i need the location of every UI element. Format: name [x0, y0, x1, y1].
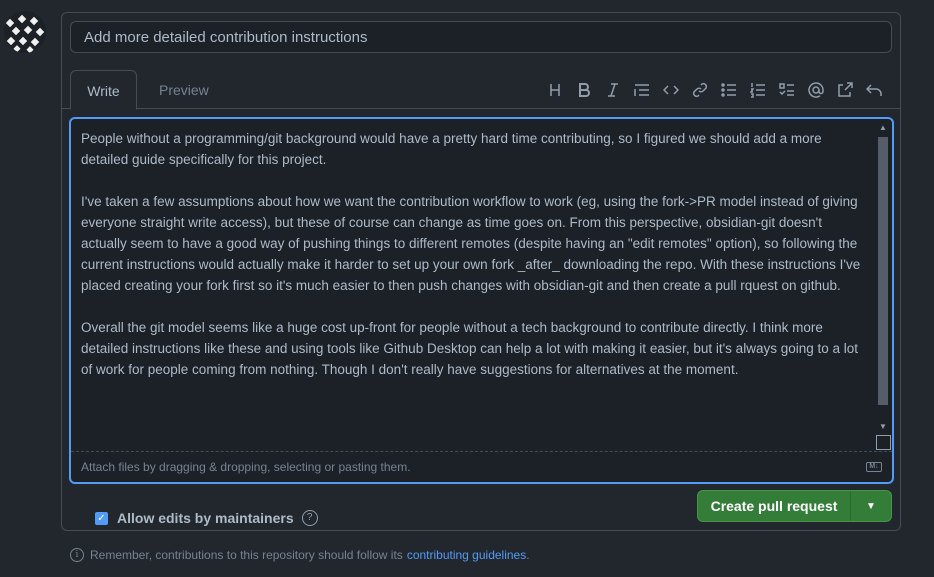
contributing-note-text: Remember, contributions to this reposito… — [90, 548, 403, 562]
undo-icon[interactable] — [859, 79, 888, 101]
allow-edits-label: Allow edits by maintainers — [117, 510, 294, 526]
ordered-list-icon[interactable] — [743, 79, 772, 101]
scroll-down-arrow-icon[interactable]: ▼ — [876, 420, 890, 434]
body-editor[interactable]: People without a programming/git backgro… — [69, 117, 894, 484]
mention-icon[interactable] — [801, 79, 830, 101]
scroll-up-arrow-icon[interactable]: ▲ — [876, 121, 890, 135]
contributing-note-period: . — [526, 548, 530, 562]
code-icon[interactable] — [656, 79, 685, 101]
info-icon: i — [70, 548, 84, 562]
attach-files-bar[interactable]: Attach files by dragging & dropping, sel… — [71, 451, 892, 482]
bold-icon[interactable] — [569, 79, 598, 101]
create-pull-request-button-group: Create pull request ▼ — [697, 490, 892, 522]
chevron-down-icon: ▼ — [866, 500, 876, 512]
markdown-toolbar — [540, 79, 888, 101]
create-options-dropdown[interactable]: ▼ — [851, 491, 891, 521]
tab-write[interactable]: Write — [70, 70, 137, 110]
create-pull-request-button[interactable]: Create pull request — [698, 491, 851, 521]
allow-edits-option[interactable]: ✓ Allow edits by maintainers ? — [95, 510, 318, 526]
title-input[interactable] — [70, 21, 892, 53]
attach-hint: Attach files by dragging & dropping, sel… — [81, 460, 411, 474]
markdown-icon: M↓ — [866, 462, 882, 472]
allow-edits-checkbox[interactable]: ✓ — [95, 511, 108, 525]
pull-request-form: Write Preview — [61, 12, 901, 531]
editor-scrollbar[interactable]: ▲ ▼ — [876, 121, 890, 434]
link-icon[interactable] — [685, 79, 714, 101]
contributing-note: i Remember, contributions to this reposi… — [70, 548, 530, 562]
avatar[interactable] — [4, 11, 46, 53]
quote-icon[interactable] — [627, 79, 656, 101]
body-textarea[interactable]: People without a programming/git backgro… — [71, 119, 877, 451]
tab-preview[interactable]: Preview — [143, 70, 225, 110]
task-list-icon[interactable] — [772, 79, 801, 101]
scroll-thumb[interactable] — [878, 137, 888, 405]
italic-icon[interactable] — [598, 79, 627, 101]
heading-icon[interactable] — [540, 79, 569, 101]
contributing-guidelines-link[interactable]: contributing guidelines — [407, 548, 526, 562]
reference-icon[interactable] — [830, 79, 859, 101]
unordered-list-icon[interactable] — [714, 79, 743, 101]
help-icon[interactable]: ? — [301, 510, 318, 526]
resize-handle-icon[interactable] — [876, 435, 891, 450]
